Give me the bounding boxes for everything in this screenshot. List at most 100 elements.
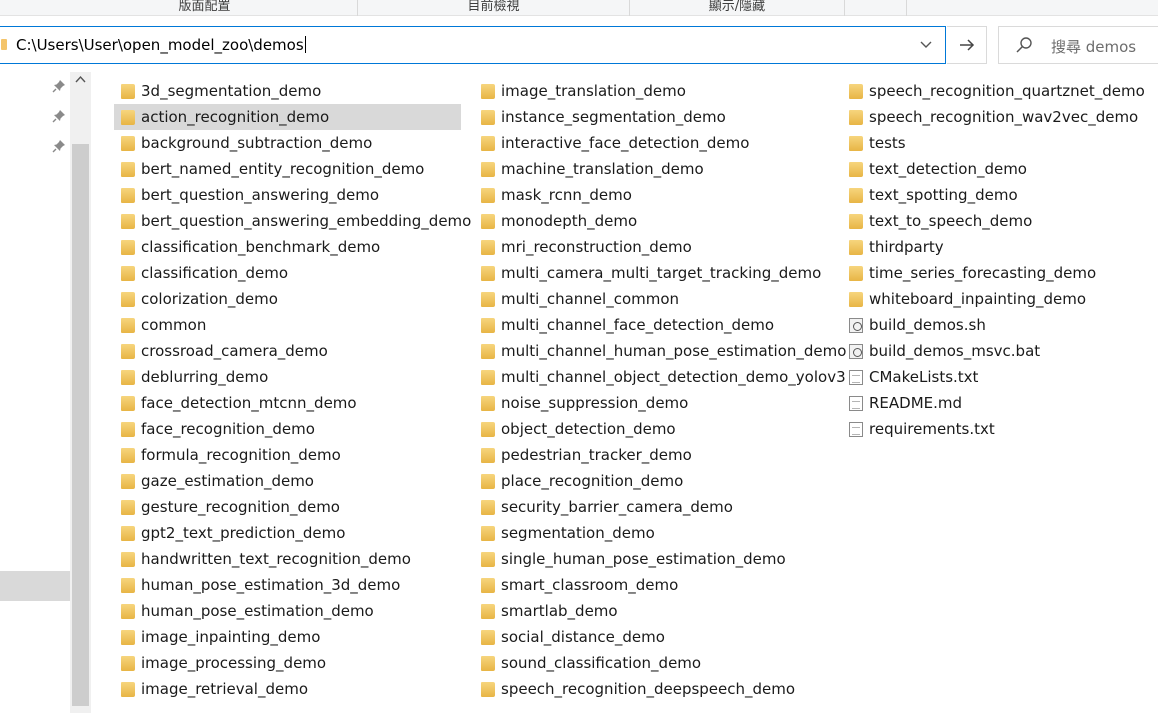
folder-icon — [481, 214, 495, 229]
ribbon-group-show-hide[interactable]: 顯示/隱藏 — [630, 0, 844, 16]
pin-icon[interactable] — [52, 79, 66, 93]
folder-item[interactable]: single_human_pose_estimation_demo — [474, 546, 824, 572]
folder-item[interactable]: noise_suppression_demo — [474, 390, 824, 416]
folder-icon — [481, 630, 495, 645]
nav-scrollbar[interactable] — [70, 72, 91, 713]
scrollbar-thumb[interactable] — [72, 144, 89, 706]
folder-item[interactable]: text_spotting_demo — [842, 182, 1142, 208]
folder-item[interactable]: interactive_face_detection_demo — [474, 130, 824, 156]
folder-item[interactable]: human_pose_estimation_3d_demo — [114, 572, 461, 598]
folder-item[interactable]: face_recognition_demo — [114, 416, 461, 442]
item-name: human_pose_estimation_3d_demo — [141, 576, 401, 594]
folder-item[interactable]: mask_rcnn_demo — [474, 182, 824, 208]
file-item[interactable]: CMakeLists.txt — [842, 364, 1142, 390]
folder-item[interactable]: multi_camera_multi_target_tracking_demo — [474, 260, 824, 286]
folder-item[interactable]: multi_channel_face_detection_demo — [474, 312, 824, 338]
folder-item[interactable]: classification_benchmark_demo — [114, 234, 461, 260]
folder-item[interactable]: face_detection_mtcnn_demo — [114, 390, 461, 416]
folder-item[interactable]: bert_named_entity_recognition_demo — [114, 156, 461, 182]
folder-item[interactable]: machine_translation_demo — [474, 156, 824, 182]
ribbon-group-strip: 版面配置 目前檢視 顯示/隱藏 — [0, 0, 1158, 16]
folder-item[interactable]: mri_reconstruction_demo — [474, 234, 824, 260]
folder-item[interactable]: thirdparty — [842, 234, 1142, 260]
folder-item[interactable]: speech_recognition_quartznet_demo — [842, 78, 1145, 104]
folder-item[interactable]: image_inpainting_demo — [114, 624, 461, 650]
folder-icon — [121, 552, 135, 567]
folder-item[interactable]: multi_channel_common — [474, 286, 824, 312]
folder-item[interactable]: smartlab_demo — [474, 598, 824, 624]
folder-item[interactable]: background_subtraction_demo — [114, 130, 461, 156]
item-name: instance_segmentation_demo — [501, 108, 726, 126]
folder-icon — [849, 110, 863, 125]
folder-item[interactable]: bert_question_answering_embedding_demo — [114, 208, 471, 234]
item-name: requirements.txt — [869, 420, 995, 438]
folder-item[interactable]: deblurring_demo — [114, 364, 461, 390]
folder-item[interactable]: text_detection_demo — [842, 156, 1142, 182]
folder-icon — [849, 136, 863, 151]
folder-item[interactable]: time_series_forecasting_demo — [842, 260, 1142, 286]
folder-icon — [121, 578, 135, 593]
file-item[interactable]: requirements.txt — [842, 416, 1142, 442]
file-item[interactable]: README.md — [842, 390, 1142, 416]
item-name: classification_demo — [141, 264, 289, 282]
folder-item[interactable]: gaze_estimation_demo — [114, 468, 461, 494]
folder-item[interactable]: speech_recognition_deepspeech_demo — [474, 676, 824, 702]
folder-item[interactable]: crossroad_camera_demo — [114, 338, 461, 364]
folder-item[interactable]: multi_channel_object_detection_demo_yolo… — [474, 364, 846, 390]
item-name: social_distance_demo — [501, 628, 665, 646]
folder-item[interactable]: security_barrier_camera_demo — [474, 494, 824, 520]
folder-icon — [121, 240, 135, 255]
folder-item[interactable]: social_distance_demo — [474, 624, 824, 650]
folder-icon — [481, 526, 495, 541]
folder-icon — [481, 396, 495, 411]
address-bar[interactable]: C:\Users\User\open_model_zoo\demos — [0, 26, 946, 64]
folder-item[interactable]: common — [114, 312, 461, 338]
chevron-down-icon[interactable] — [915, 34, 937, 56]
file-item[interactable]: build_demos_msvc.bat — [842, 338, 1142, 364]
text-file-icon — [849, 396, 863, 411]
address-path[interactable]: C:\Users\User\open_model_zoo\demos — [16, 36, 306, 54]
ribbon-group-current-view[interactable]: 目前檢視 — [358, 0, 629, 16]
item-name: speech_recognition_quartznet_demo — [869, 82, 1145, 100]
go-button[interactable] — [947, 26, 987, 64]
folder-item[interactable]: gesture_recognition_demo — [114, 494, 461, 520]
folder-item[interactable]: handwritten_text_recognition_demo — [114, 546, 461, 572]
search-box[interactable]: 搜尋 demos — [998, 26, 1158, 64]
folder-item[interactable]: segmentation_demo — [474, 520, 824, 546]
folder-item[interactable]: place_recognition_demo — [474, 468, 824, 494]
folder-icon — [849, 292, 863, 307]
folder-item[interactable]: object_detection_demo — [474, 416, 824, 442]
folder-item[interactable]: speech_recognition_wav2vec_demo — [842, 104, 1142, 130]
folder-item[interactable]: whiteboard_inpainting_demo — [842, 286, 1142, 312]
folder-icon — [481, 266, 495, 281]
pin-icon[interactable] — [52, 139, 66, 153]
scroll-up-icon[interactable] — [75, 74, 86, 85]
item-name: single_human_pose_estimation_demo — [501, 550, 786, 568]
file-item[interactable]: build_demos.sh — [842, 312, 1142, 338]
folder-item[interactable]: smart_classroom_demo — [474, 572, 824, 598]
folder-item[interactable]: human_pose_estimation_demo — [114, 598, 461, 624]
folder-item[interactable]: text_to_speech_demo — [842, 208, 1142, 234]
folder-item[interactable]: bert_question_answering_demo — [114, 182, 461, 208]
item-name: multi_channel_common — [501, 290, 680, 308]
folder-item[interactable]: multi_channel_human_pose_estimation_demo — [474, 338, 846, 364]
folder-item[interactable]: tests — [842, 130, 1142, 156]
script-file-icon — [849, 318, 863, 333]
folder-item[interactable]: image_retrieval_demo — [114, 676, 461, 702]
ribbon-group-layout[interactable]: 版面配置 — [52, 0, 357, 16]
item-name: face_recognition_demo — [141, 420, 315, 438]
folder-item[interactable]: gpt2_text_prediction_demo — [114, 520, 461, 546]
folder-item[interactable]: image_translation_demo — [474, 78, 824, 104]
folder-item[interactable]: pedestrian_tracker_demo — [474, 442, 824, 468]
folder-item[interactable]: formula_recognition_demo — [114, 442, 461, 468]
folder-item[interactable]: image_processing_demo — [114, 650, 461, 676]
folder-item[interactable]: classification_demo — [114, 260, 461, 286]
pin-icon[interactable] — [52, 109, 66, 123]
folder-item[interactable]: action_recognition_demo — [114, 104, 461, 130]
folder-item[interactable]: sound_classification_demo — [474, 650, 824, 676]
nav-selected-item[interactable] — [0, 571, 70, 601]
folder-item[interactable]: colorization_demo — [114, 286, 461, 312]
folder-item[interactable]: instance_segmentation_demo — [474, 104, 824, 130]
folder-item[interactable]: monodepth_demo — [474, 208, 824, 234]
folder-item[interactable]: 3d_segmentation_demo — [114, 78, 461, 104]
